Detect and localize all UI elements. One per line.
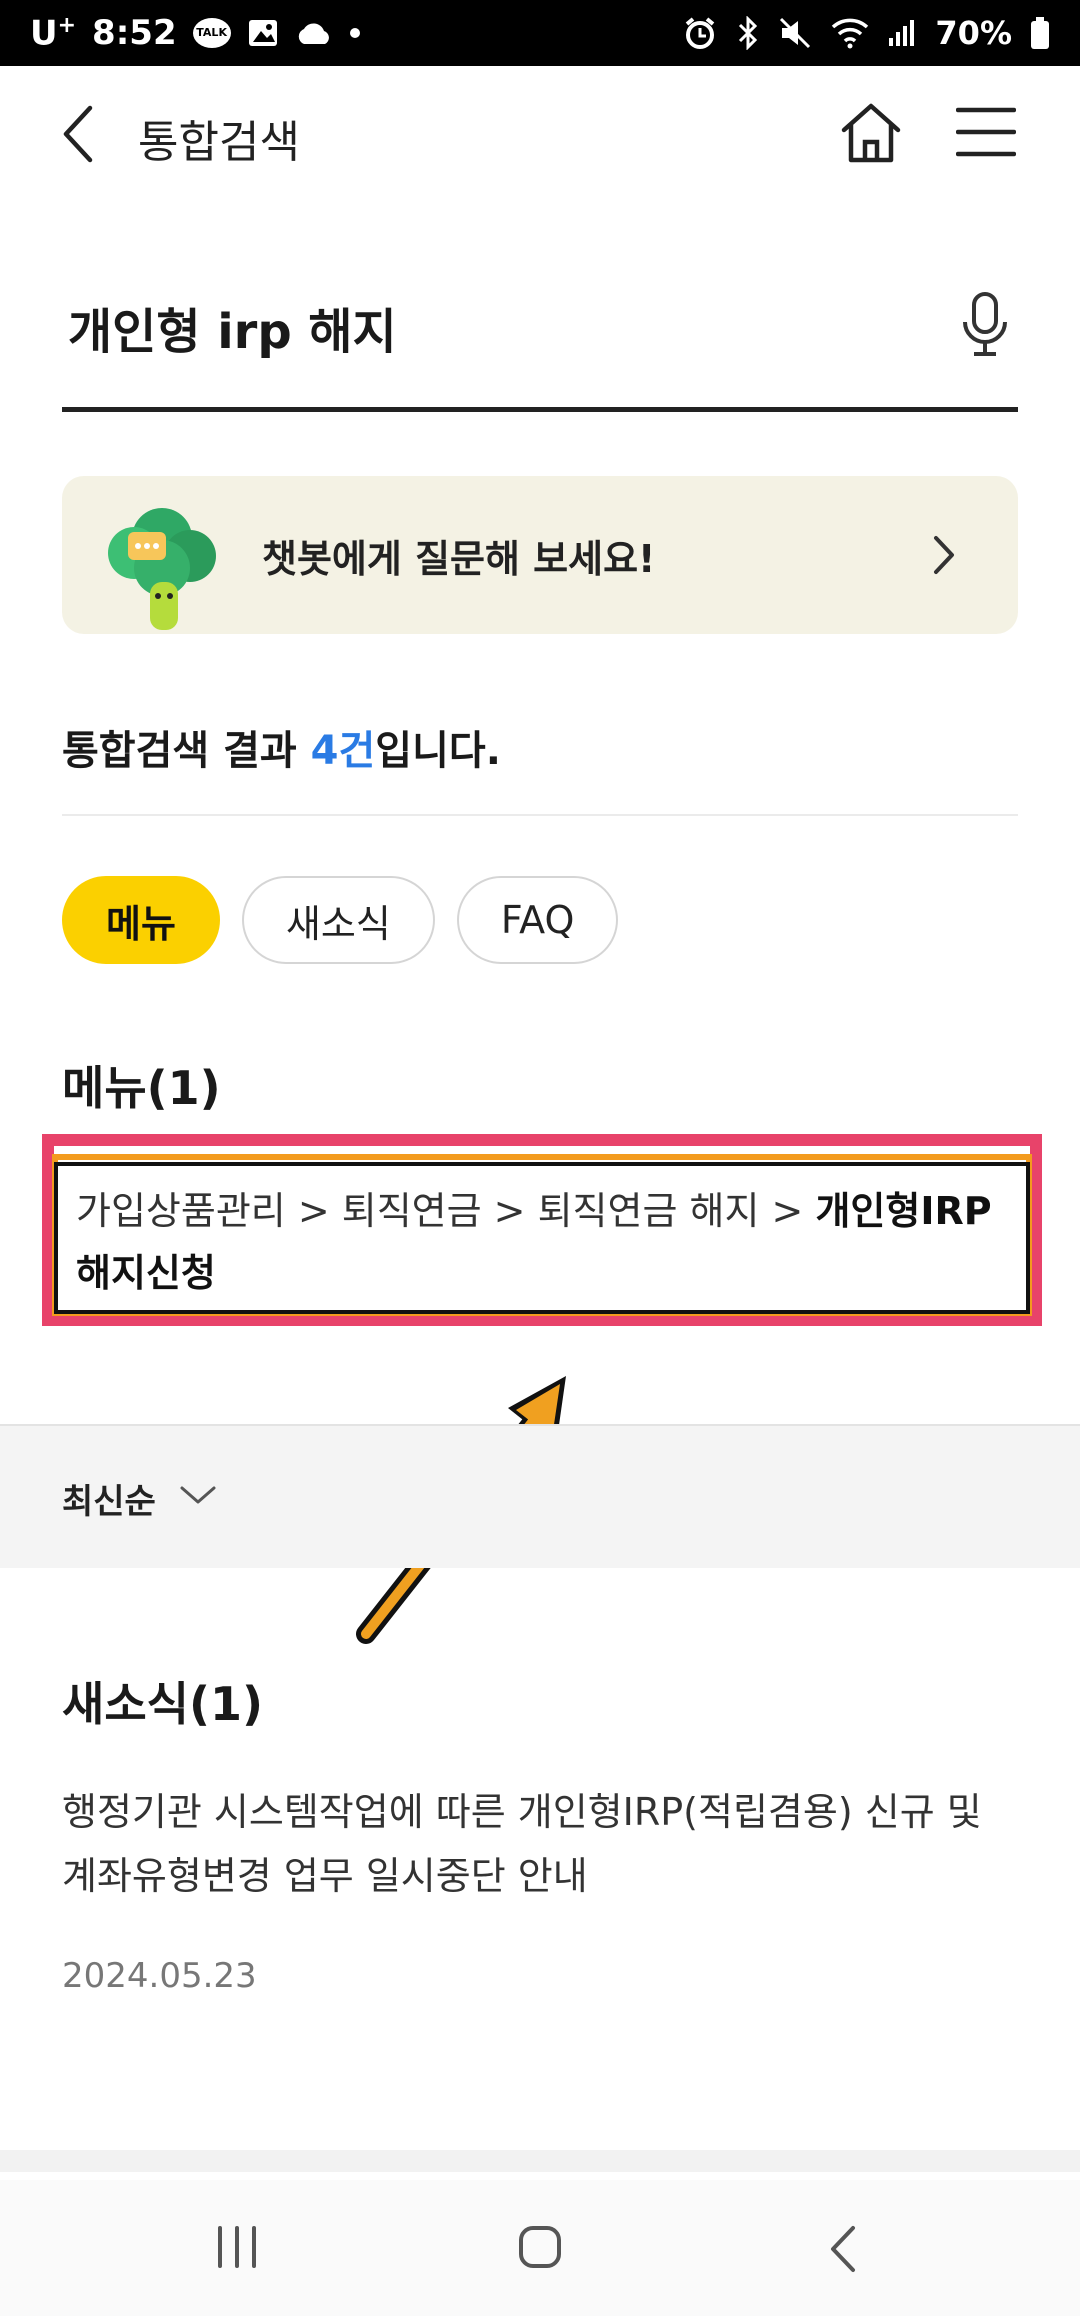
menu-section-title: 메뉴(1) bbox=[62, 1061, 221, 1115]
chip-news[interactable]: 새소식 bbox=[241, 876, 435, 964]
kakaotalk-icon: TALK bbox=[192, 17, 231, 48]
search-field[interactable]: 개인형 irp 해지 bbox=[62, 270, 1018, 412]
chip-menu[interactable]: 메뉴 bbox=[62, 876, 220, 964]
mute-icon bbox=[779, 17, 813, 49]
nav-back-button[interactable] bbox=[825, 2224, 861, 2274]
chevron-down-icon[interactable] bbox=[178, 1480, 218, 1510]
highlight-annotation-box: 가입상품관리 > 퇴직연금 > 퇴직연금 해지 > 개인형IRP 해지신청 bbox=[42, 1134, 1042, 1326]
menu-button[interactable] bbox=[955, 102, 1017, 162]
battery-icon bbox=[1030, 16, 1050, 50]
gallery-icon bbox=[247, 18, 279, 48]
bluetooth-icon bbox=[735, 16, 761, 50]
nav-back-icon bbox=[831, 2226, 855, 2272]
filter-chips: 메뉴 새소식 FAQ bbox=[62, 876, 619, 964]
signal-icon bbox=[887, 18, 917, 48]
voice-search-button[interactable] bbox=[960, 290, 1010, 360]
chevron-left-icon bbox=[63, 105, 93, 163]
sort-bar: 최신순 bbox=[0, 1424, 1080, 1568]
news-item-title[interactable]: 행정기관 시스템작업에 따른 개인형IRP(적립겸용) 신규 및 계좌유형변경 … bbox=[62, 1780, 1022, 1908]
wifi-icon bbox=[831, 17, 869, 49]
menu-result-link[interactable]: 가입상품관리 > 퇴직연금 > 퇴직연금 해지 > 개인형IRP 해지신청 bbox=[76, 1180, 1026, 1304]
news-item-date: 2024.05.23 bbox=[62, 1956, 257, 1996]
chatbot-mascot-icon bbox=[92, 498, 232, 634]
home-button[interactable] bbox=[838, 100, 904, 166]
page-title: 통합검색 bbox=[138, 117, 300, 168]
home-icon bbox=[841, 103, 901, 163]
sort-dropdown[interactable]: 최신순 bbox=[62, 1474, 156, 1523]
alarm-icon bbox=[683, 16, 717, 50]
microphone-icon bbox=[963, 292, 1007, 356]
nav-home-button[interactable] bbox=[515, 2222, 565, 2272]
search-input[interactable]: 개인형 irp 해지 bbox=[68, 292, 397, 362]
chatbot-banner[interactable]: 챗봇에게 질문해 보세요! bbox=[62, 476, 1018, 634]
carrier-label: U+ bbox=[30, 12, 77, 54]
recent-apps-icon bbox=[218, 2226, 256, 2268]
chatbot-prompt: 챗봇에게 질문해 보세요! bbox=[262, 537, 656, 581]
nav-home-icon bbox=[519, 2226, 561, 2268]
dot-icon bbox=[349, 27, 361, 39]
recent-apps-button[interactable] bbox=[212, 2224, 262, 2270]
hamburger-icon bbox=[955, 107, 1017, 157]
app-header: 통합검색 bbox=[0, 66, 1080, 196]
chevron-right-icon bbox=[928, 532, 958, 578]
battery-percent: 70% bbox=[935, 14, 1012, 52]
clock: 8:52 bbox=[92, 12, 177, 53]
system-nav-bar bbox=[0, 2180, 1080, 2316]
divider bbox=[62, 814, 1018, 816]
result-count: 4건 bbox=[310, 728, 376, 774]
news-section-title: 새소식(1) bbox=[62, 1677, 264, 1731]
cloud-icon bbox=[295, 20, 333, 46]
back-button[interactable] bbox=[56, 104, 106, 164]
status-bar: U+ 8:52 TALK 70% bbox=[0, 0, 1080, 66]
section-divider bbox=[0, 2150, 1080, 2172]
chip-faq[interactable]: FAQ bbox=[456, 876, 619, 964]
result-summary: 통합검색 결과 4건입니다. bbox=[62, 728, 501, 774]
